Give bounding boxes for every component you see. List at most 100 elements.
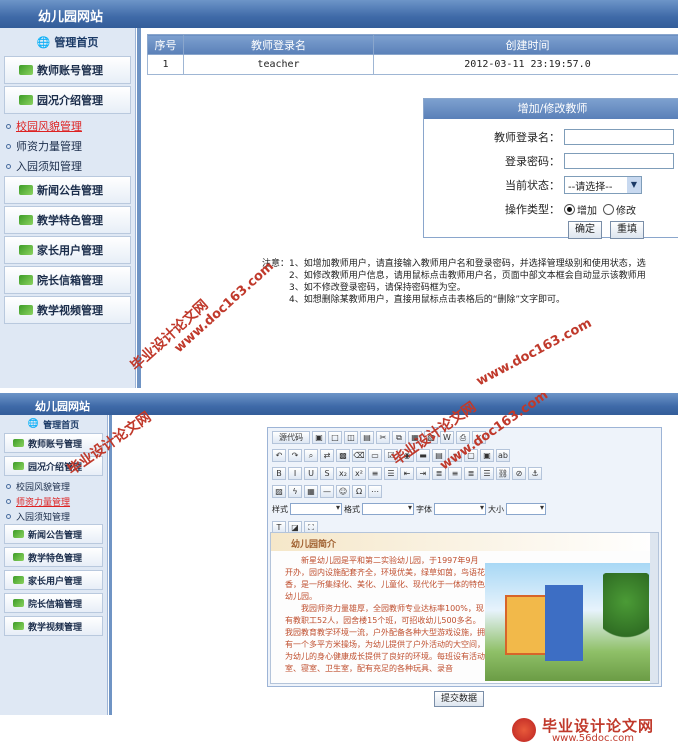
- site-title: 幼儿园网站: [0, 393, 678, 415]
- new-page-icon[interactable]: □: [328, 430, 342, 444]
- undo-icon[interactable]: ↶: [272, 448, 286, 462]
- sidebar-item-kindergarten-intro[interactable]: 园况介绍管理: [4, 86, 131, 114]
- sidebar-item-mailbox[interactable]: 院长信箱管理: [4, 266, 131, 294]
- sidebar-link-admission[interactable]: 入园须知管理: [0, 156, 135, 176]
- sidebar-home[interactable]: 🌐 管理首页: [0, 415, 107, 433]
- superscript-icon[interactable]: x²: [352, 466, 366, 480]
- cut-icon[interactable]: ✂: [376, 430, 390, 444]
- reset-button[interactable]: 重填: [610, 221, 644, 239]
- special-char-icon[interactable]: Ω: [352, 484, 366, 498]
- unlink-icon[interactable]: ⊘: [512, 466, 526, 480]
- sidebar-item-kindergarten-intro[interactable]: 园况介绍管理: [4, 456, 103, 476]
- spellcheck-icon[interactable]: ✓: [472, 430, 486, 444]
- op-add-radio[interactable]: 增加: [564, 202, 597, 217]
- notes-block: 注意： 1、如增加教师用户，请直接输入教师用户名和登录密码，并选择管理级别和使用状…: [241, 258, 678, 306]
- align-left-icon[interactable]: ≣: [432, 466, 446, 480]
- sidebar-item-teacher-accounts[interactable]: 教师账号管理: [4, 56, 131, 84]
- sidebar-home[interactable]: 🌐 管理首页: [0, 28, 135, 56]
- table-icon[interactable]: ▦: [304, 484, 318, 498]
- indent-icon[interactable]: ⇥: [416, 466, 430, 480]
- sidebar-item-mailbox[interactable]: 院长信箱管理: [4, 593, 103, 613]
- bold-icon[interactable]: B: [272, 466, 286, 480]
- main-content: 源代码 ▣ □ ◫ ▤ ✂ ⧉ ▦ ▧ W ⎙ ✓ ↶ ↷ ⌕ ⇄ ▩ ⌫ ▭: [109, 415, 678, 715]
- submit-button[interactable]: 提交数据: [434, 691, 485, 707]
- form-icon[interactable]: ▭: [368, 448, 382, 462]
- smiley-icon[interactable]: ☺: [336, 484, 350, 498]
- paste-icon[interactable]: ▦: [408, 430, 422, 444]
- save-icon[interactable]: ▣: [312, 430, 326, 444]
- bullet-icon: [6, 514, 11, 519]
- print-icon[interactable]: ⎙: [456, 430, 470, 444]
- image-icon[interactable]: ▨: [272, 484, 286, 498]
- paste-word-icon[interactable]: W: [440, 430, 454, 444]
- status-select[interactable]: --请选择-- ▼: [564, 176, 642, 194]
- rich-text-editor: 源代码 ▣ □ ◫ ▤ ✂ ⧉ ▦ ▧ W ⎙ ✓ ↶ ↷ ⌕ ⇄ ▩ ⌫ ▭: [267, 427, 662, 687]
- sidebar-item-parents[interactable]: 家长用户管理: [4, 236, 131, 264]
- format-select[interactable]: 格式: [344, 503, 414, 515]
- doc-scrollbar[interactable]: [650, 533, 658, 683]
- link-icon[interactable]: ⛓: [496, 466, 510, 480]
- textfield-icon[interactable]: ▬: [416, 448, 430, 462]
- login-input[interactable]: [564, 129, 674, 145]
- preview-icon[interactable]: ◫: [344, 430, 358, 444]
- status-label: 当前状态：: [505, 179, 560, 192]
- align-center-icon[interactable]: ≡: [448, 466, 462, 480]
- strike-icon[interactable]: S: [320, 466, 334, 480]
- textarea-icon[interactable]: ▤: [432, 448, 446, 462]
- paste-text-icon[interactable]: ▧: [424, 430, 438, 444]
- confirm-button[interactable]: 确定: [568, 221, 602, 239]
- underline-icon[interactable]: U: [304, 466, 318, 480]
- sidebar-link-campus[interactable]: 校园风貌管理: [0, 116, 135, 136]
- sidebar-item-teaching[interactable]: 教学特色管理: [4, 547, 103, 567]
- hidden-field-icon[interactable]: ab: [496, 448, 510, 462]
- chevron-down-icon: ▼: [627, 177, 641, 193]
- template-icon[interactable]: ▤: [360, 430, 374, 444]
- col-header-created: 创建时间: [373, 34, 678, 55]
- select-field-icon[interactable]: ▾: [448, 448, 462, 462]
- op-edit-radio[interactable]: 修改: [603, 202, 636, 217]
- checkbox-icon[interactable]: ☑: [384, 448, 398, 462]
- size-select[interactable]: 大小: [488, 503, 546, 515]
- button-field-icon[interactable]: ▢: [464, 448, 478, 462]
- page-break-icon[interactable]: ⋯: [368, 484, 382, 498]
- editor-document[interactable]: 幼儿园简介 新星幼儿园是平和第二实验幼儿园，于1997年9月开办，园内设施配套齐…: [270, 532, 659, 684]
- select-all-icon[interactable]: ▩: [336, 448, 350, 462]
- align-right-icon[interactable]: ≣: [464, 466, 478, 480]
- justify-icon[interactable]: ☰: [480, 466, 494, 480]
- sidebar-item-news[interactable]: 新闻公告管理: [4, 524, 103, 544]
- outdent-icon[interactable]: ⇤: [400, 466, 414, 480]
- sidebar-item-videos[interactable]: 教学视频管理: [4, 616, 103, 636]
- sidebar-item-teacher-accounts[interactable]: 教师账号管理: [4, 433, 103, 453]
- sidebar-link-campus[interactable]: 校园风貌管理: [0, 479, 107, 494]
- folder-icon: [19, 185, 33, 195]
- site-title: 幼儿园网站: [0, 0, 678, 28]
- sidebar-link-admission[interactable]: 入园须知管理: [0, 509, 107, 524]
- source-button[interactable]: 源代码: [272, 430, 310, 444]
- remove-format-icon[interactable]: ⌫: [352, 448, 366, 462]
- sidebar-item-news[interactable]: 新闻公告管理: [4, 176, 131, 204]
- image-button-icon[interactable]: ▣: [480, 448, 494, 462]
- flash-icon[interactable]: ϟ: [288, 484, 302, 498]
- main-content: 序号 教师登录名 创建时间 1 teacher 2012-03-11 23:19…: [137, 28, 678, 388]
- horizontal-rule-icon[interactable]: —: [320, 484, 334, 498]
- sidebar-item-videos[interactable]: 教学视频管理: [4, 296, 131, 324]
- font-select[interactable]: 字体: [416, 503, 486, 515]
- radio-icon[interactable]: ◉: [400, 448, 414, 462]
- italic-icon[interactable]: I: [288, 466, 302, 480]
- cell-login[interactable]: teacher: [183, 54, 374, 75]
- style-select[interactable]: 样式: [272, 503, 342, 515]
- sidebar-item-parents[interactable]: 家长用户管理: [4, 570, 103, 590]
- numbered-list-icon[interactable]: ≡: [368, 466, 382, 480]
- sidebar-link-faculty[interactable]: 师资力量管理: [0, 494, 107, 509]
- table-row[interactable]: 1 teacher 2012-03-11 23:19:57.0: [147, 54, 678, 75]
- sidebar-link-faculty[interactable]: 师资力量管理: [0, 136, 135, 156]
- find-icon[interactable]: ⌕: [304, 448, 318, 462]
- subscript-icon[interactable]: x₂: [336, 466, 350, 480]
- password-input[interactable]: [564, 153, 674, 169]
- sidebar-item-teaching[interactable]: 教学特色管理: [4, 206, 131, 234]
- copy-icon[interactable]: ⧉: [392, 430, 406, 444]
- redo-icon[interactable]: ↷: [288, 448, 302, 462]
- replace-icon[interactable]: ⇄: [320, 448, 334, 462]
- anchor-icon[interactable]: ⚓: [528, 466, 542, 480]
- bullet-list-icon[interactable]: ☰: [384, 466, 398, 480]
